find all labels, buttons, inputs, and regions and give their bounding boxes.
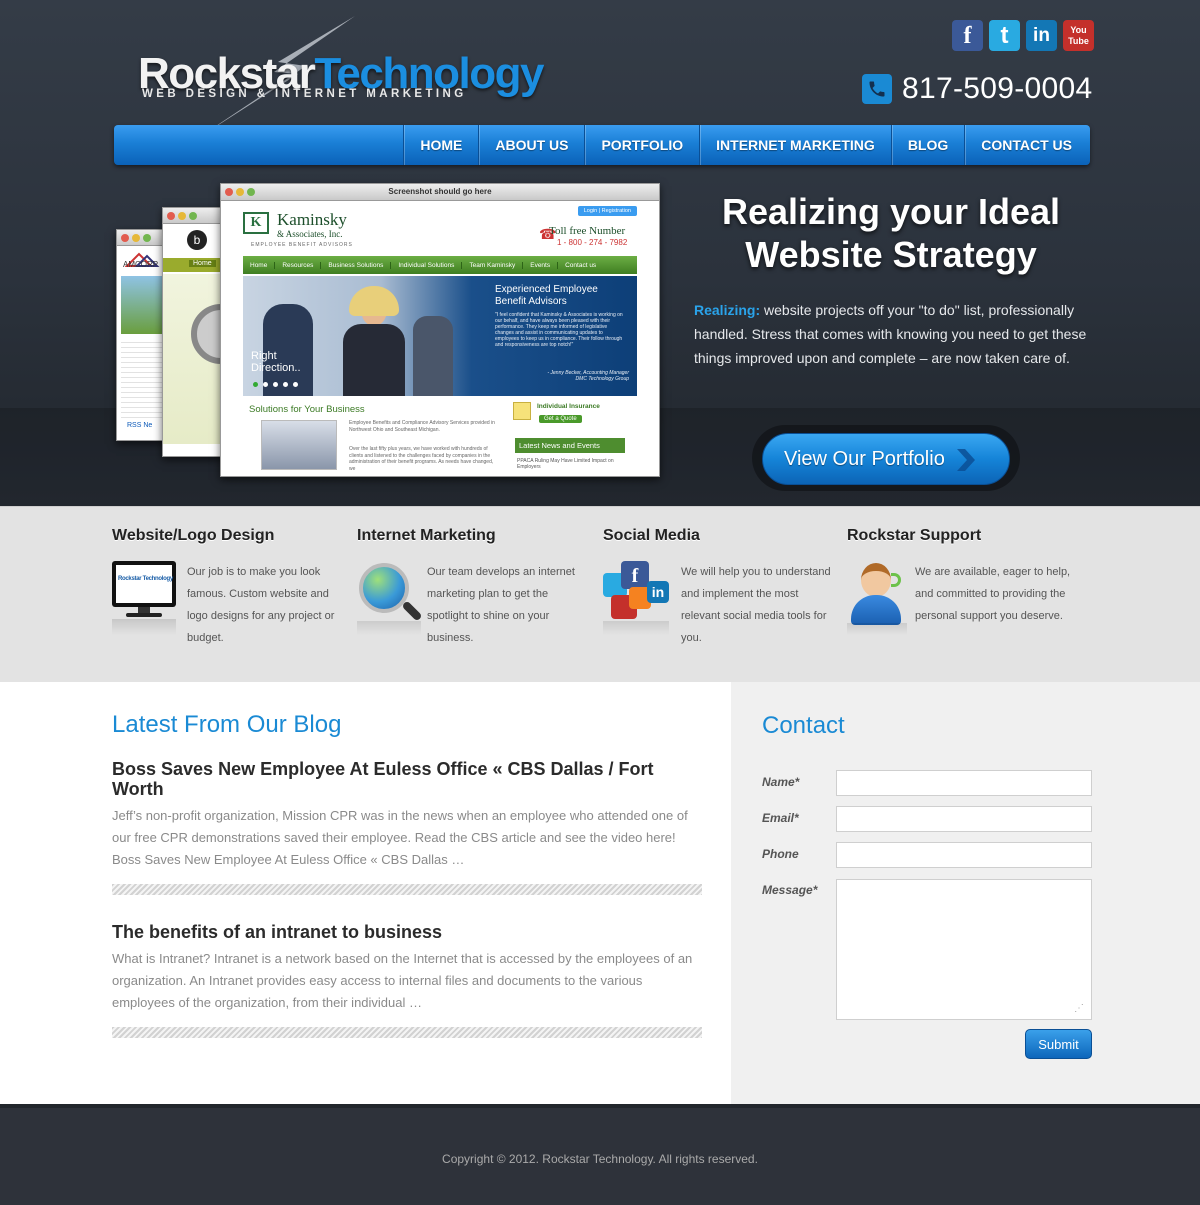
nav-contact-us[interactable]: CONTACT US — [964, 125, 1090, 165]
logo-tagline: WEB DESIGN & INTERNET MARKETING — [142, 88, 467, 100]
back-logo-text: AMCORP — [123, 260, 159, 269]
social-media-icon: f in — [603, 559, 669, 639]
screenshot-nav-item: Home — [243, 261, 276, 269]
screenshot-solutions-text-2: Over the last fifty plus years, we have … — [349, 446, 494, 472]
service-text: We will help you to understand and imple… — [681, 566, 831, 644]
resize-handle-icon[interactable]: ⋰ — [1074, 1004, 1084, 1014]
pencil-icon — [513, 402, 531, 420]
screenshot-banner: Right Direction.. Experienced Employee B… — [243, 276, 637, 396]
screenshot-tagline: EMPLOYEE BENEFIT ADVISORS — [251, 242, 353, 248]
screenshot-nav-item: Team Kaminsky — [462, 261, 524, 269]
service-website-logo: Website/Logo Design Rockstar Technology … — [112, 527, 348, 644]
message-label: Message* — [762, 883, 818, 897]
email-label: Email* — [762, 811, 799, 825]
portfolio-screenshots: AMCORP RSS Ne b Home Screenshot should g… — [114, 183, 664, 483]
nav-about-us[interactable]: ABOUT US — [478, 125, 584, 165]
screenshot-banner-author: - Jenny Becker, Accounting Manager DMC T… — [547, 370, 629, 382]
contact-title: Contact — [762, 712, 845, 739]
service-title: Internet Marketing — [357, 527, 496, 544]
kaminsky-logo-icon: K — [243, 212, 269, 234]
service-internet-marketing: Internet Marketing Our team develops an … — [357, 527, 593, 644]
service-text: We are available, eager to help, and com… — [915, 566, 1071, 622]
screenshot-window-front: Screenshot should go here Login | Regist… — [220, 183, 660, 477]
view-portfolio-button[interactable]: View Our Portfolio — [762, 433, 1010, 485]
blog-post-title[interactable]: Boss Saves New Employee At Euless Office… — [112, 759, 702, 799]
blog-post-title[interactable]: The benefits of an intranet to business — [112, 922, 702, 942]
email-field[interactable] — [836, 806, 1092, 832]
globe-magnifier-icon — [357, 559, 423, 639]
nav-home[interactable]: HOME — [403, 125, 478, 165]
view-portfolio-label: View Our Portfolio — [784, 447, 945, 470]
nav-portfolio[interactable]: PORTFOLIO — [584, 125, 699, 165]
copyright-text: Copyright © 2012. Rockstar Technology. A… — [442, 1152, 758, 1166]
service-rockstar-support: Rockstar Support We are available, eager… — [847, 527, 1083, 635]
youtube-icon[interactable]: You Tube — [1063, 20, 1094, 51]
screenshot-solutions-title: Solutions for Your Business — [249, 404, 365, 415]
services-section: Website/Logo Design Rockstar Technology … — [0, 506, 1200, 682]
blog-title: Latest From Our Blog — [112, 711, 342, 738]
site-logo[interactable]: RockstarTechnology WEB DESIGN & INTERNET… — [138, 14, 544, 140]
screenshot-tollfree: Toll free Number — [549, 225, 626, 237]
monitor-icon: Rockstar Technology — [112, 559, 178, 639]
service-social-media: Social Media f in We will help you to un… — [603, 527, 839, 644]
phone-label: Phone — [762, 847, 799, 861]
screenshot-solutions-text: Employee Benefits and Compliance Advisor… — [349, 420, 495, 433]
submit-button[interactable]: Submit — [1025, 1029, 1092, 1059]
screenshot-nav-item: Events — [523, 261, 559, 269]
screenshot-company: Kaminsky — [277, 210, 347, 229]
screenshot-login: Login | Registration — [577, 206, 637, 216]
screenshot-nav-item: Contact us — [565, 261, 597, 269]
screenshot-title: Screenshot should go here — [388, 187, 492, 196]
screenshot-company-sub: & Associates, Inc. — [277, 229, 343, 239]
twitter-icon[interactable]: t — [989, 20, 1020, 51]
screenshot-tollfree-number: 1 - 800 - 274 - 7982 — [557, 238, 628, 247]
phone-field[interactable] — [836, 842, 1092, 868]
back-nav-home: Home — [189, 260, 216, 267]
screenshot-get-quote: Get a Quote — [539, 415, 582, 423]
service-title: Website/Logo Design — [112, 527, 275, 544]
hero-headline: Realizing your Ideal Website Strategy — [721, 191, 1061, 275]
hero-section: RockstarTechnology WEB DESIGN & INTERNET… — [0, 0, 1200, 506]
screenshot-nav-item: Resources — [275, 261, 322, 269]
screenshot-nav-item: Individual Solutions — [391, 261, 463, 269]
screenshot-news-title: Latest News and Events — [515, 438, 625, 453]
post-divider — [112, 1027, 702, 1038]
main-nav: HOME ABOUT US PORTFOLIO INTERNET MARKETI… — [114, 125, 1090, 165]
screenshot-nav-item: Business Solutions — [321, 261, 392, 269]
nav-internet-marketing[interactable]: INTERNET MARKETING — [699, 125, 891, 165]
screenshot-news-item: PPACA Ruling May Have Limited Impact on … — [517, 458, 614, 470]
screenshot-individual-insurance: Individual Insurance — [537, 403, 600, 410]
blog-post-excerpt: Jeff’s non-profit organization, Mission … — [112, 808, 688, 867]
screenshot-banner-head: Experienced Employee Benefit Advisors — [495, 284, 598, 307]
service-title: Rockstar Support — [847, 527, 982, 544]
service-text: Our job is to make you look famous. Cust… — [187, 566, 335, 644]
service-text: Our team develops an internet marketing … — [427, 566, 575, 644]
nav-blog[interactable]: BLOG — [890, 125, 964, 165]
hero-description-lead: Realizing: — [694, 302, 761, 318]
screenshot-banner-quote: "I feel confident that Kaminsky & Associ… — [495, 312, 623, 348]
linkedin-icon[interactable]: in — [1026, 20, 1057, 51]
social-links: f t in You Tube — [952, 20, 1094, 51]
screenshot-right-direction: Right Direction.. — [251, 350, 301, 374]
phone-icon — [862, 74, 892, 104]
footer: Copyright © 2012. Rockstar Technology. A… — [0, 1104, 1200, 1205]
name-label: Name* — [762, 775, 800, 789]
hero-description: Realizing: website projects off your "to… — [694, 298, 1090, 370]
message-field[interactable] — [836, 879, 1092, 1020]
chevron-right-icon — [957, 449, 975, 471]
monitor-screen-logo: Rockstar Technology — [118, 576, 173, 582]
phone-number[interactable]: 817-509-0004 — [902, 72, 1092, 106]
facebook-icon[interactable]: f — [952, 20, 983, 51]
rss-label: RSS Ne — [127, 422, 153, 429]
support-agent-icon — [847, 559, 913, 639]
phone-block: 817-509-0004 — [862, 72, 1092, 106]
service-title: Social Media — [603, 527, 700, 544]
blog-post-excerpt: What is Intranet? Intranet is a network … — [112, 951, 693, 1010]
post-divider — [112, 884, 702, 895]
name-field[interactable] — [836, 770, 1092, 796]
cta-frame: View Our Portfolio — [752, 425, 1020, 491]
